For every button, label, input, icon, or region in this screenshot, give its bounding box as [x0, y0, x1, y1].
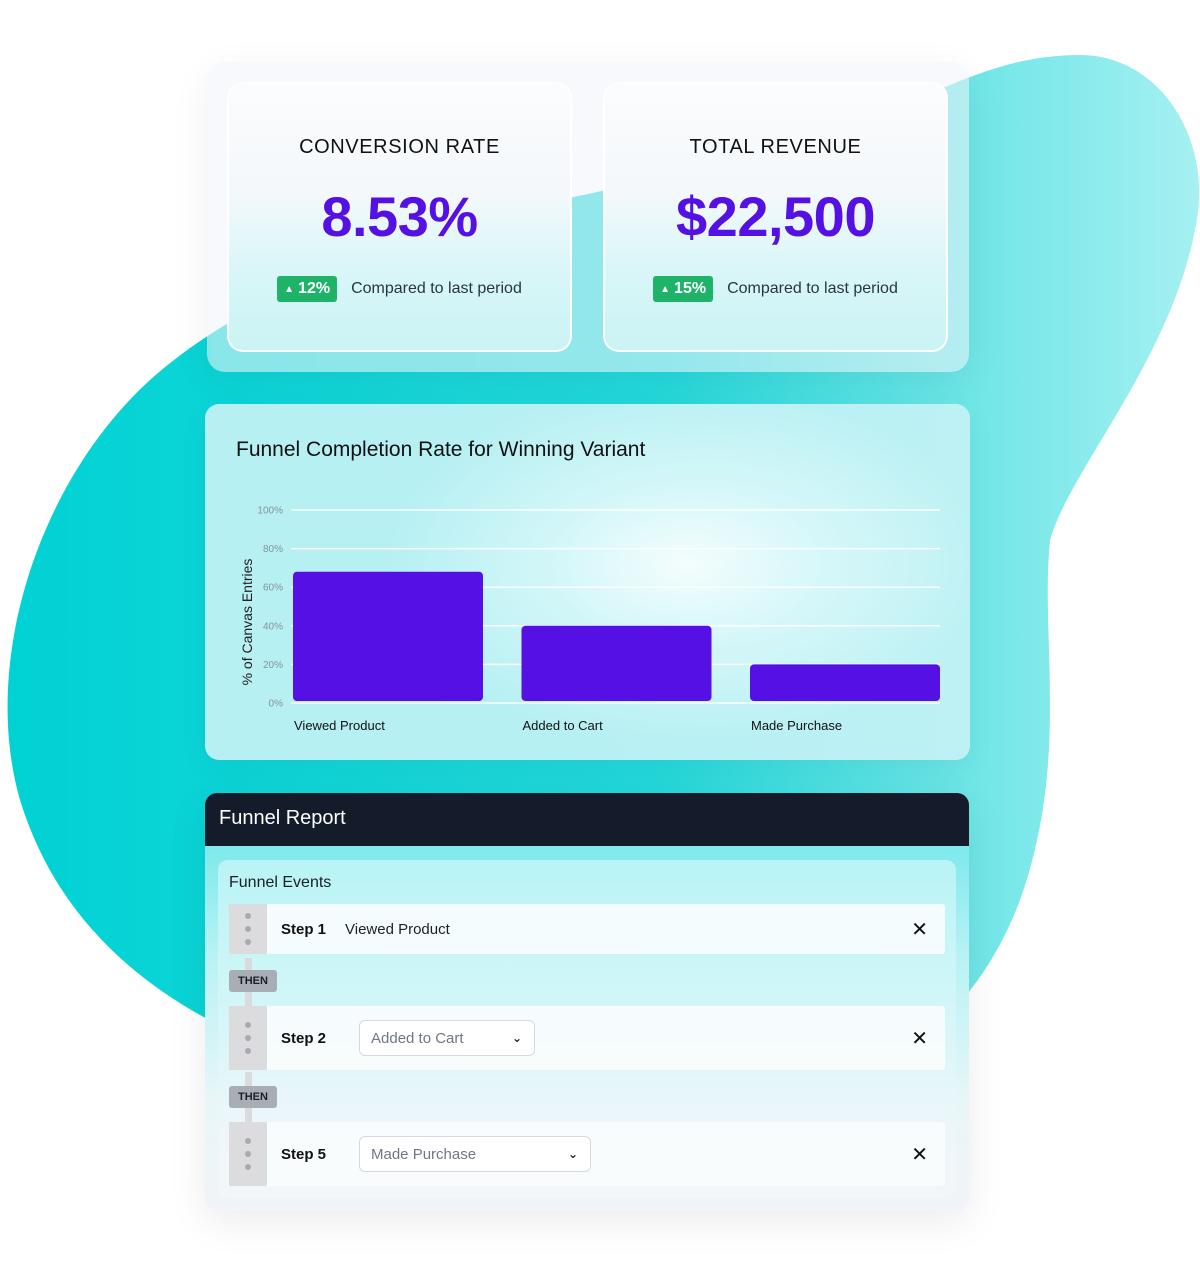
triangle-up-icon: ▲	[660, 283, 671, 295]
step-label: Step 5	[281, 1145, 327, 1163]
step-label: Step 1	[281, 920, 327, 938]
x-tick-label: Added to Cart	[523, 718, 604, 733]
then-connector-badge: THEN	[229, 1086, 277, 1108]
change-value: 12%	[298, 280, 331, 297]
funnel-chart-panel: Funnel Completion Rate for Winning Varia…	[205, 404, 970, 760]
bar-chart: 0% 20% 40% 60% 80% 100% % of Canvas Entries Vie…	[239, 506, 940, 733]
metric-value: $22,500	[676, 185, 875, 248]
drag-handle-icon[interactable]	[229, 1006, 267, 1070]
x-tick-label: Viewed Product	[294, 718, 385, 733]
funnel-step: Step 1 Viewed Product ✕	[229, 904, 945, 954]
y-tick-label: 60%	[263, 583, 283, 594]
funnel-events-title: Funnel Events	[229, 874, 332, 891]
event-select-value: Added to Cart	[371, 1029, 464, 1047]
funnel-report: Funnel Report Funnel Events Step 1 Viewe…	[205, 793, 969, 1211]
funnel-step: Step 5 Made Purchase ⌄ ✕	[229, 1122, 945, 1186]
bar-viewed-product	[293, 571, 483, 701]
funnel-step: Step 2 Added to Cart ⌄ ✕	[229, 1006, 945, 1070]
event-select-value: Made Purchase	[371, 1145, 477, 1163]
conversion-rate-card: CONVERSION RATE 8.53% ▲ 12% Compared to …	[227, 82, 572, 352]
metric-title: CONVERSION RATE	[299, 136, 500, 158]
funnel-events-panel: Funnel Events Step 1 Viewed Product ✕ TH…	[218, 860, 956, 1198]
triangle-up-icon: ▲	[284, 283, 295, 295]
step-label: Step 2	[281, 1029, 327, 1047]
compare-text: Compared to last period	[727, 280, 898, 297]
event-select[interactable]: Added to Cart ⌄	[359, 1020, 535, 1056]
drag-handle-icon[interactable]	[229, 1122, 267, 1186]
change-badge: ▲ 12%	[277, 276, 338, 302]
total-revenue-card: TOTAL REVENUE $22,500 ▲ 15% Compared to …	[603, 82, 948, 352]
metrics-panel: CONVERSION RATE 8.53% ▲ 12% Compared to …	[207, 62, 969, 372]
step-event-name: Viewed Product	[345, 920, 450, 938]
metric-compare: ▲ 12% Compared to last period	[229, 276, 570, 302]
compare-text: Compared to last period	[351, 280, 522, 297]
y-tick-label: 100%	[257, 506, 283, 517]
chevron-down-icon: ⌄	[567, 1147, 578, 1161]
remove-step-icon[interactable]: ✕	[911, 917, 928, 942]
y-tick-label: 40%	[263, 621, 283, 632]
y-axis-label: % of Canvas Entries	[239, 559, 255, 686]
y-tick-label: 20%	[263, 660, 283, 671]
metric-title: TOTAL REVENUE	[689, 136, 862, 158]
event-select[interactable]: Made Purchase ⌄	[359, 1136, 591, 1172]
chevron-down-icon: ⌄	[511, 1031, 522, 1045]
remove-step-icon[interactable]: ✕	[911, 1026, 928, 1051]
change-value: 15%	[674, 280, 707, 297]
metric-compare: ▲ 15% Compared to last period	[605, 276, 946, 302]
report-body: Funnel Events Step 1 Viewed Product ✕ TH…	[205, 846, 969, 1211]
then-connector-badge: THEN	[229, 970, 277, 992]
y-tick-label: 80%	[263, 544, 283, 555]
remove-step-icon[interactable]: ✕	[911, 1142, 928, 1167]
metric-value: 8.53%	[321, 185, 478, 248]
bar-added-to-cart	[521, 625, 712, 701]
change-badge: ▲ 15%	[653, 276, 714, 302]
bar-made-purchase	[750, 664, 940, 701]
x-tick-label: Made Purchase	[751, 718, 842, 733]
y-tick-label: 0%	[269, 699, 284, 710]
drag-handle-icon[interactable]	[229, 904, 267, 954]
report-title: Funnel Report	[205, 793, 969, 846]
